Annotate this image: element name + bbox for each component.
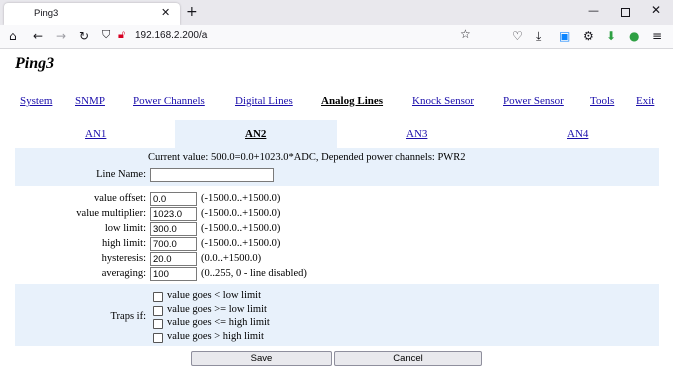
trap-above-high-checkbox[interactable]	[153, 333, 163, 343]
high-limit-range: (-1500.0..+1500.0)	[201, 238, 281, 249]
trap-below-high-checkbox[interactable]	[153, 319, 163, 329]
maximize-icon[interactable]	[621, 8, 630, 17]
browser-nav-bar: ⌂ ← → ↻ ⛉ 🔓︎ 192.168.2.200/a ☆ ♡ ⤓ ▣ ⚙ ⬇…	[0, 25, 673, 49]
shield-icon[interactable]: ⛉	[102, 28, 110, 42]
nav-knock-sensor[interactable]: Knock Sensor	[412, 95, 474, 107]
value-multiplier-range: (-1500.0..+1500.0)	[201, 208, 281, 219]
nav-power-sensor[interactable]: Power Sensor	[503, 95, 564, 107]
pocket-icon[interactable]: ♡	[512, 28, 523, 44]
current-value-text: Current value: 500.0=0.0+1023.0*ADC, Dep…	[148, 152, 466, 163]
close-window-icon[interactable]: ✕	[651, 3, 661, 17]
page-logo: Ping3	[15, 55, 55, 72]
minimize-icon[interactable]: —	[588, 4, 599, 17]
insecure-lock-icon[interactable]: 🔓︎	[118, 28, 125, 42]
high-limit-label: high limit:	[101, 238, 146, 249]
line-name-label: Line Name:	[96, 169, 146, 180]
hysteresis-range: (0.0..+1500.0)	[201, 253, 262, 264]
tab-an1[interactable]: AN1	[85, 128, 106, 140]
nav-system[interactable]: System	[20, 95, 52, 107]
trap-below-low-label: value goes < low limit	[167, 290, 261, 301]
averaging-input[interactable]	[150, 267, 197, 281]
tab-an3[interactable]: AN3	[406, 128, 427, 140]
home-icon[interactable]: ⌂	[9, 28, 17, 44]
nav-digital-lines[interactable]: Digital Lines	[235, 95, 293, 107]
url-text[interactable]: 192.168.2.200/a	[135, 30, 207, 41]
value-multiplier-label: value multiplier:	[76, 208, 146, 219]
high-limit-input[interactable]	[150, 237, 197, 251]
nav-exit[interactable]: Exit	[636, 95, 654, 107]
low-limit-label: low limit:	[104, 223, 146, 234]
url-bar[interactable]: ⛉ 🔓︎ 192.168.2.200/a ☆	[100, 27, 480, 46]
traps-label: Traps if:	[110, 311, 147, 322]
averaging-label: averaging:	[101, 268, 146, 279]
trap-above-low-label: value goes >= low limit	[167, 304, 267, 315]
browser-tab[interactable]: Ping3 ✕	[4, 3, 180, 25]
low-limit-input[interactable]	[150, 222, 197, 236]
line-name-input[interactable]	[150, 168, 274, 182]
forward-icon: →	[56, 29, 67, 43]
cancel-button[interactable]: Cancel	[334, 351, 482, 366]
reload-icon[interactable]: ↻	[79, 28, 89, 44]
nav-snmp[interactable]: SNMP	[75, 95, 105, 107]
nav-tools[interactable]: Tools	[590, 95, 614, 107]
value-offset-input[interactable]	[150, 192, 197, 206]
tab-an2[interactable]: AN2	[245, 128, 266, 140]
trap-below-low-checkbox[interactable]	[153, 292, 163, 302]
download-icon[interactable]: ⤓	[536, 28, 541, 44]
menu-icon[interactable]: ≡	[652, 28, 662, 44]
tab-title: Ping3	[34, 8, 59, 19]
extension-globe-icon[interactable]: ●	[629, 28, 639, 44]
browser-tab-bar: Ping3 ✕ + — ✕	[0, 0, 673, 25]
close-tab-icon[interactable]: ✕	[161, 6, 170, 19]
hysteresis-label: hysteresis:	[101, 253, 146, 264]
nav-analog-lines[interactable]: Analog Lines	[321, 95, 383, 107]
trap-above-low-checkbox[interactable]	[153, 306, 163, 316]
save-button[interactable]: Save	[191, 351, 332, 366]
tab-an4[interactable]: AN4	[567, 128, 588, 140]
value-offset-label: value offset:	[94, 193, 146, 204]
nav-power-channels[interactable]: Power Channels	[133, 95, 205, 107]
value-multiplier-input[interactable]	[150, 207, 197, 221]
averaging-range: (0..255, 0 - line disabled)	[201, 268, 307, 279]
low-limit-range: (-1500.0..+1500.0)	[201, 223, 281, 234]
hysteresis-input[interactable]	[150, 252, 197, 266]
back-icon[interactable]: ←	[33, 28, 43, 44]
save-page-icon[interactable]: ▣	[559, 28, 570, 44]
trap-below-high-label: value goes <= high limit	[167, 317, 270, 328]
bookmark-star-icon[interactable]: ☆	[460, 27, 471, 41]
value-offset-range: (-1500.0..+1500.0)	[201, 193, 281, 204]
screenshot-icon[interactable]: ⚙	[583, 28, 594, 44]
extension-download-icon[interactable]: ⬇	[606, 28, 616, 44]
new-tab-icon[interactable]: +	[186, 4, 198, 20]
trap-above-high-label: value goes > high limit	[167, 331, 264, 342]
